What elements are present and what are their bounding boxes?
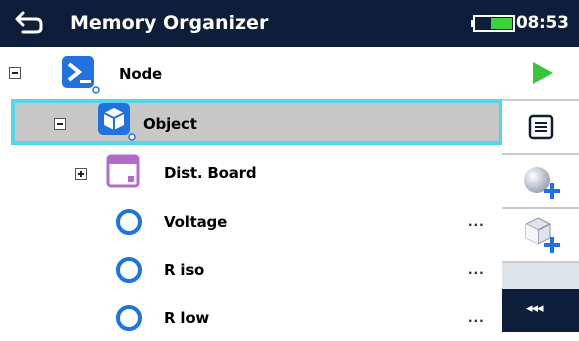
add-structure-button[interactable] <box>502 209 579 263</box>
tree-label-dist-board: Dist. Board <box>164 164 257 182</box>
header-bar: Memory Organizer 08:53 <box>0 0 579 47</box>
expand-board-icon[interactable] <box>75 168 87 180</box>
collapse-node-icon[interactable] <box>9 67 21 79</box>
back-arrow-icon[interactable] <box>14 8 44 38</box>
tree-row-object-selected[interactable]: Object <box>11 99 503 145</box>
memory-tree: Node Object Dist. Board Voltage ... R is… <box>0 47 503 332</box>
tree-label-object: Object <box>143 115 197 133</box>
test-circle-icon <box>116 305 142 331</box>
test-label: R iso <box>164 261 205 279</box>
collapse-arrows-icon: ◂◂◂ <box>526 301 544 316</box>
clock-time: 08:53 <box>516 13 569 33</box>
add-cube-icon <box>525 217 560 253</box>
test-circle-icon <box>116 209 142 235</box>
list-document-icon <box>528 114 554 140</box>
play-icon <box>533 62 553 84</box>
add-circle-icon <box>524 167 560 199</box>
tree-row-test[interactable]: R iso ... <box>0 245 502 293</box>
test-more-dots[interactable]: ... <box>468 215 485 229</box>
right-toolbar: ◂◂◂ <box>502 47 579 332</box>
tree-row-test[interactable]: R low ... <box>0 293 502 341</box>
object-cube-icon <box>98 103 136 141</box>
collapse-object-icon[interactable] <box>54 118 66 130</box>
view-results-button[interactable] <box>502 101 579 155</box>
tree-label-node: Node <box>119 65 162 83</box>
start-test-button[interactable] <box>502 47 579 101</box>
distribution-board-icon <box>106 154 140 188</box>
tree-row-test[interactable]: Voltage ... <box>0 197 502 245</box>
test-circle-icon <box>116 257 142 283</box>
test-more-dots[interactable]: ... <box>468 263 485 277</box>
test-label: R low <box>164 309 210 327</box>
test-label: Voltage <box>164 213 228 231</box>
test-more-dots[interactable]: ... <box>468 311 485 325</box>
collapse-toolbar-button[interactable]: ◂◂◂ <box>502 289 579 332</box>
battery-icon <box>471 15 515 32</box>
node-terminal-icon <box>62 56 100 94</box>
add-measurement-button[interactable] <box>502 155 579 209</box>
page-title: Memory Organizer <box>70 12 269 34</box>
tree-row-dist-board[interactable]: Dist. Board <box>0 148 502 196</box>
tree-row-node[interactable]: Node <box>0 47 502 95</box>
